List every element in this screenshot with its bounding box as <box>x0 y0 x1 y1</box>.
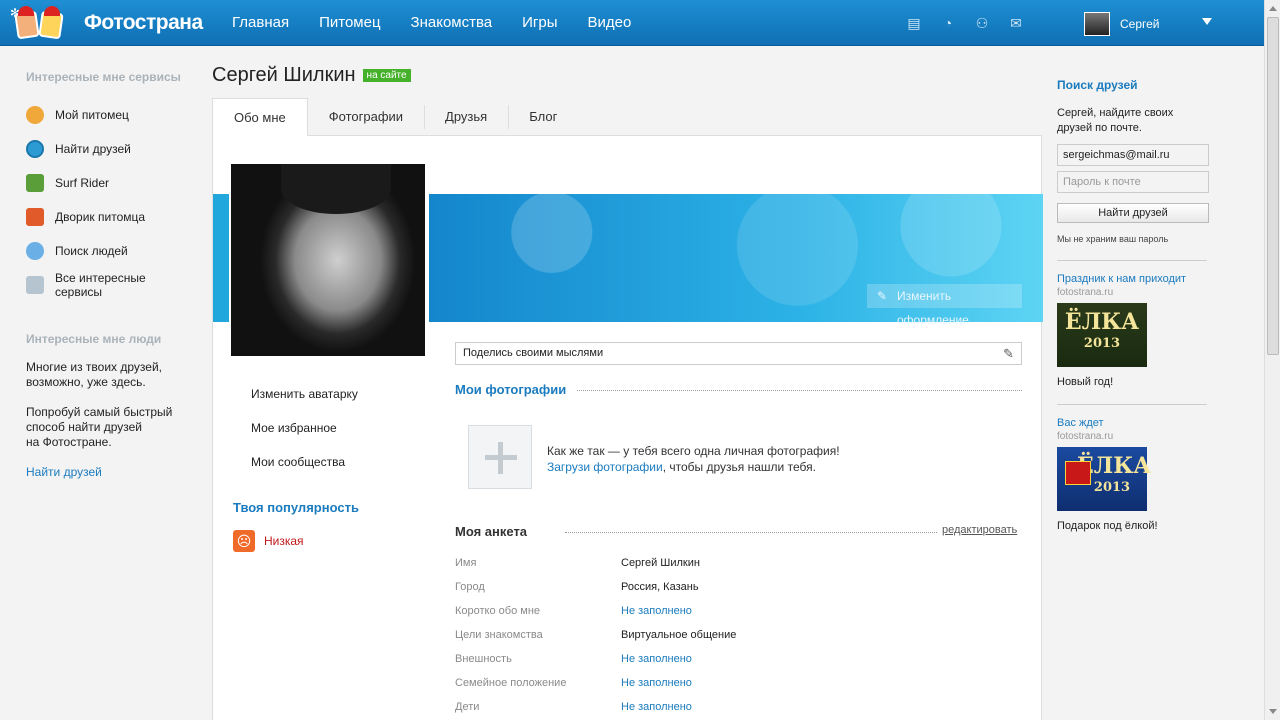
cover-edge <box>213 194 229 322</box>
ad-title[interactable]: Вас ждет <box>1057 417 1209 429</box>
photos-message: Как же так — у тебя всего одна личная фо… <box>547 444 840 474</box>
divider <box>577 390 1022 391</box>
tab-blog[interactable]: Блог <box>508 98 578 136</box>
sad-face-icon: ☹ <box>233 530 255 552</box>
logo-faces-icon: ✻ <box>10 4 72 42</box>
tab-photos[interactable]: Фотографии <box>308 98 424 136</box>
find-friends-icon <box>26 140 44 158</box>
user-avatar[interactable] <box>1084 12 1110 36</box>
password-field[interactable]: Пароль к почте <box>1057 171 1209 193</box>
tab-friends[interactable]: Друзья <box>424 98 508 136</box>
find-friends-button[interactable]: Найти друзей <box>1057 203 1209 223</box>
user-name[interactable]: Сергей <box>1120 17 1160 31</box>
sidebar-item-search-people[interactable]: Поиск людей <box>26 234 196 268</box>
fill-in-link[interactable]: Не заполнено <box>621 701 692 713</box>
change-avatar-link[interactable]: Изменить аватарку <box>251 387 358 401</box>
profile-tabs: Обо мне Фотографии Друзья Блог <box>212 98 1042 136</box>
services-title: Интересные мне сервисы <box>26 70 181 84</box>
paw-icon <box>26 106 44 124</box>
ad-image-yolka[interactable]: ЁЛКА 2013 <box>1057 303 1147 367</box>
ad-title[interactable]: Праздник к нам приходит <box>1057 273 1209 285</box>
sidebar-item-my-pet[interactable]: Мой питомец <box>26 98 196 132</box>
sidebar-item-label: Все интересные сервисы <box>55 271 146 299</box>
ad-caption: Новый год! <box>1057 376 1114 388</box>
sidebar-item-label: Surf Rider <box>55 176 110 190</box>
my-photos-title[interactable]: Мои фотографии <box>455 382 566 397</box>
scroll-up-icon[interactable] <box>1269 6 1277 11</box>
popularity-value[interactable]: ☹ Низкая <box>233 530 304 552</box>
profile-content: ✎ Изменить оформление Изменить аватарку … <box>212 136 1043 720</box>
divider <box>565 532 937 533</box>
add-photo-button[interactable] <box>468 425 532 489</box>
find-friends-title: Поиск друзей <box>1057 78 1138 92</box>
sidebar-item-label: Мой питомец <box>55 108 129 122</box>
people-text-2: Попробуй самый быстрый способ найти друзе… <box>26 405 173 449</box>
surf-rider-icon <box>26 174 44 192</box>
right-sidebar: Поиск друзей Сергей, найдите своих друзей… <box>1057 78 1209 532</box>
page-scrollbar[interactable] <box>1264 0 1280 720</box>
ad-caption: Подарок под ёлкой! <box>1057 520 1158 532</box>
email-field[interactable]: sergeichmas@mail.ru <box>1057 144 1209 166</box>
list-icon[interactable]: ▤ <box>906 15 922 31</box>
all-services-icon <box>26 276 44 294</box>
sidebar-item-find-friends[interactable]: Найти друзей <box>26 132 196 166</box>
pacman-icon[interactable]: ◔ <box>940 15 956 31</box>
nav-dating[interactable]: Знакомства <box>411 0 493 46</box>
profile-avatar[interactable] <box>231 164 425 356</box>
my-profile-title: Моя анкета <box>455 524 528 539</box>
sidebar-item-label: Поиск людей <box>55 244 128 258</box>
main-nav: Главная Питомец Знакомства Игры Видео <box>232 0 661 46</box>
logo[interactable]: ✻ Фотострана <box>10 4 203 42</box>
sidebar-item-all-services[interactable]: Все интересные сервисы <box>26 268 196 302</box>
favorites-link[interactable]: Мое избранное <box>251 421 337 435</box>
sidebar-item-pet-yard[interactable]: Дворик питомца <box>26 200 196 234</box>
pencil-icon: ✎ <box>1003 346 1014 361</box>
online-status-badge: на сайте <box>362 69 411 82</box>
password-note: Мы не храним ваш пароль <box>1057 234 1169 244</box>
house-icon <box>26 208 44 226</box>
pencil-icon: ✎ <box>877 289 888 303</box>
top-bar: ✻ Фотострана Главная Питомец Знакомства … <box>0 0 1264 46</box>
fill-in-link[interactable]: Не заполнено <box>621 605 692 617</box>
ad-source: fotostrana.ru <box>1057 287 1114 298</box>
sidebar-item-label: Найти друзей <box>55 142 131 156</box>
chevron-down-icon[interactable] <box>1202 18 1212 25</box>
nav-home[interactable]: Главная <box>232 0 289 46</box>
communities-link[interactable]: Мои сообщества <box>251 455 345 469</box>
sidebar-item-label: Дворик питомца <box>55 210 146 224</box>
ad-source: fotostrana.ru <box>1057 431 1114 442</box>
share-thoughts-input[interactable]: Поделись своими мыслями ✎ <box>455 342 1022 365</box>
user-menu[interactable]: Сергей <box>1084 12 1212 36</box>
fill-in-link[interactable]: Не заполнено <box>621 677 692 689</box>
scroll-down-icon[interactable] <box>1269 709 1277 714</box>
nav-games[interactable]: Игры <box>522 0 557 46</box>
popularity-title: Твоя популярность <box>233 500 359 515</box>
left-sidebar: Интересные мне сервисы Мой питомец Найти… <box>26 70 196 479</box>
mail-icon[interactable]: ✉ <box>1008 15 1024 31</box>
sidebar-item-surf-rider[interactable]: Surf Rider <box>26 166 196 200</box>
upload-photos-link[interactable]: Загрузи фотографии <box>547 460 663 474</box>
nav-pet[interactable]: Питомец <box>319 0 380 46</box>
edit-profile-link[interactable]: редактировать <box>942 524 1017 536</box>
scrollbar-thumb[interactable] <box>1267 17 1279 355</box>
page-title: Сергей Шилкин на сайте <box>212 64 411 87</box>
ad-image-gift[interactable]: ЁЛКА 2013 <box>1057 447 1151 511</box>
fill-in-link[interactable]: Не заполнено <box>621 653 692 665</box>
divider <box>1057 404 1207 405</box>
find-friends-link[interactable]: Найти друзей <box>26 465 196 479</box>
find-friends-text: Сергей, найдите своих друзей по почте. <box>1057 107 1174 134</box>
header-icons: ▤ ◔ ⚇ ✉ <box>906 15 1042 31</box>
search-people-icon <box>26 242 44 260</box>
change-design-button[interactable]: ✎ Изменить оформление <box>867 284 1022 327</box>
divider <box>1057 260 1207 261</box>
tab-about[interactable]: Обо мне <box>212 98 308 136</box>
people-title: Интересные мне люди <box>26 332 162 346</box>
friends-icon[interactable]: ⚇ <box>974 15 990 31</box>
people-text-1: Многие из твоих друзей, возможно, уже зде… <box>26 360 162 389</box>
gift-icon <box>1065 461 1091 485</box>
logo-text: Фотострана <box>84 11 203 34</box>
nav-video[interactable]: Видео <box>588 0 632 46</box>
profile-name: Сергей Шилкин <box>212 64 356 86</box>
